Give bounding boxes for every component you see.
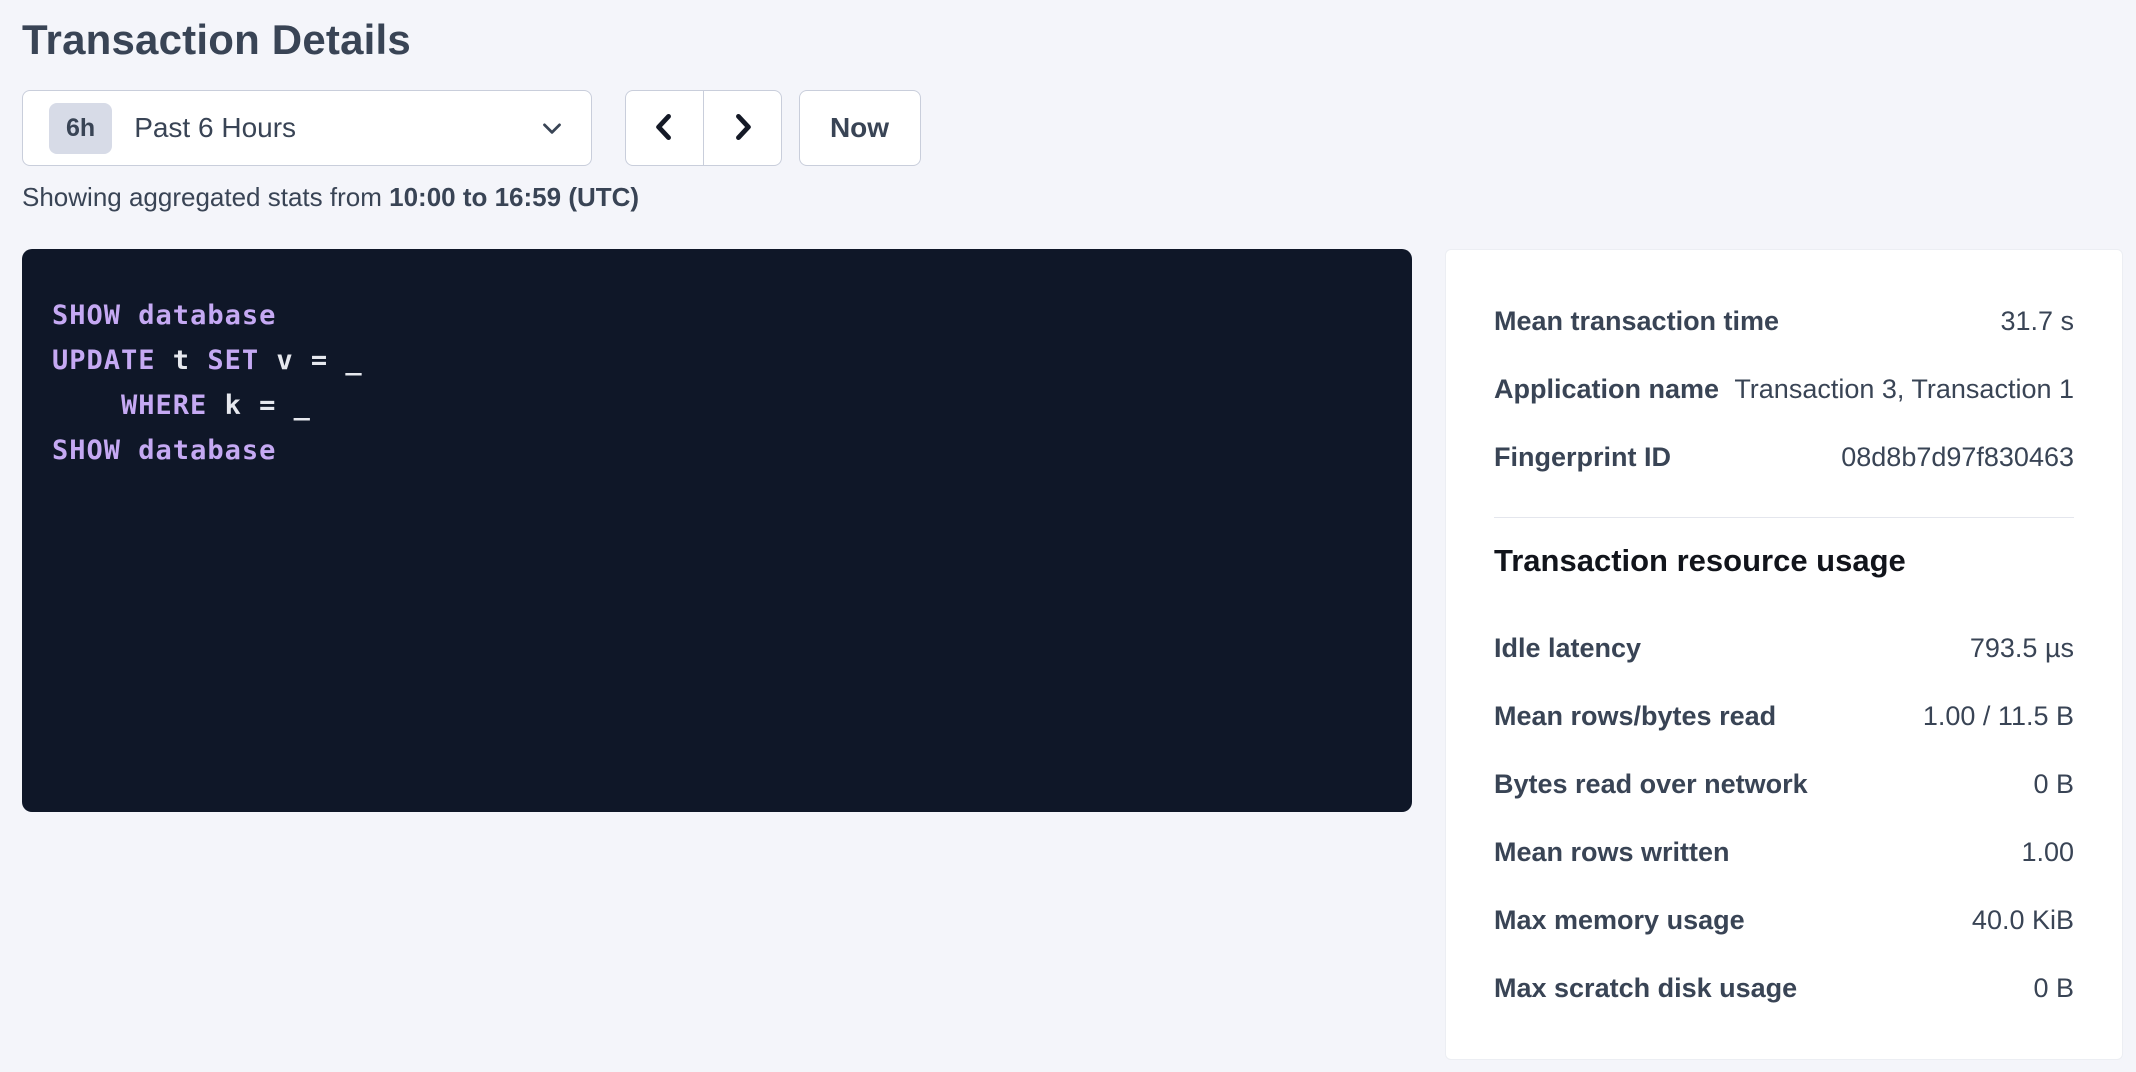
sql-text: k = _ <box>207 390 311 421</box>
sql-line: WHERE k = _ <box>52 383 1382 428</box>
time-range-dropdown[interactable]: 6h Past 6 Hours <box>22 90 592 166</box>
panel-divider <box>1494 517 2074 518</box>
sql-line: UPDATE t SET v = _ <box>52 338 1382 383</box>
sql-keyword: database <box>138 435 276 466</box>
stat-row-idle-latency: Idle latency 793.5 µs <box>1494 614 2074 682</box>
stat-row-mean-rows-written: Mean rows written 1.00 <box>1494 818 2074 886</box>
now-button[interactable]: Now <box>799 90 921 166</box>
stat-label: Mean rows/bytes read <box>1494 701 1776 732</box>
stat-row-mean-rows-bytes-read: Mean rows/bytes read 1.00 / 11.5 B <box>1494 682 2074 750</box>
stat-value: 31.7 s <box>2000 306 2074 337</box>
subtitle-prefix: Showing aggregated stats from <box>22 182 389 212</box>
stat-label: Bytes read over network <box>1494 769 1808 800</box>
sql-line: SHOW database <box>52 293 1382 338</box>
stat-value: 0 B <box>2033 769 2074 800</box>
sql-statement-box: SHOW database UPDATE t SET v = _ WHERE k… <box>22 249 1412 812</box>
previous-range-button[interactable] <box>625 90 704 166</box>
stat-value: 0 B <box>2033 973 2074 1004</box>
stat-label: Fingerprint ID <box>1494 442 1671 473</box>
transaction-stats-panel: Mean transaction time 31.7 s Application… <box>1445 249 2123 1060</box>
chevron-right-icon <box>725 110 759 147</box>
sql-keyword: WHERE <box>121 390 207 421</box>
time-controls: 6h Past 6 Hours Now <box>22 90 2123 166</box>
time-range-label: Past 6 Hours <box>134 112 296 144</box>
sql-keyword: SET <box>207 345 259 376</box>
stat-row-application-name: Application name Transaction 3, Transact… <box>1494 355 2074 423</box>
sql-keyword: database <box>138 300 276 331</box>
stat-row-mean-transaction-time: Mean transaction time 31.7 s <box>1494 287 2074 355</box>
stat-label: Mean transaction time <box>1494 306 1779 337</box>
stat-row-fingerprint-id: Fingerprint ID 08d8b7d97f830463 <box>1494 423 2074 491</box>
sql-text <box>121 300 138 331</box>
page-title: Transaction Details <box>22 16 2123 64</box>
chevron-down-icon <box>537 113 567 143</box>
stat-label: Max memory usage <box>1494 905 1745 936</box>
sql-keyword: SHOW <box>52 300 121 331</box>
stat-value: 1.00 / 11.5 B <box>1923 701 2074 732</box>
sql-line: SHOW database <box>52 428 1382 473</box>
stat-value: 40.0 KiB <box>1972 905 2074 936</box>
stat-label: Application name <box>1494 374 1719 405</box>
time-range-nav <box>625 90 782 166</box>
sql-text: t <box>156 345 208 376</box>
resource-usage-heading: Transaction resource usage <box>1494 536 2074 586</box>
main-content: SHOW database UPDATE t SET v = _ WHERE k… <box>22 249 2123 1060</box>
stat-value: Transaction 3, Transaction 1 <box>1734 374 2074 405</box>
sql-keyword: SHOW <box>52 435 121 466</box>
stat-label: Max scratch disk usage <box>1494 973 1797 1004</box>
stat-label: Mean rows written <box>1494 837 1730 868</box>
sql-text <box>52 390 121 421</box>
transaction-details-page: Transaction Details 6h Past 6 Hours Now … <box>0 0 2136 1060</box>
sql-text <box>121 435 138 466</box>
next-range-button[interactable] <box>703 90 782 166</box>
stat-value: 1.00 <box>2021 837 2074 868</box>
stat-label: Idle latency <box>1494 633 1641 664</box>
chevron-left-icon <box>648 110 682 147</box>
sql-text: v = _ <box>259 345 363 376</box>
subtitle-time-range: 10:00 to 16:59 (UTC) <box>389 182 639 212</box>
sql-keyword: UPDATE <box>52 345 156 376</box>
stat-row-bytes-read-over-network: Bytes read over network 0 B <box>1494 750 2074 818</box>
stat-row-max-scratch-disk-usage: Max scratch disk usage 0 B <box>1494 954 2074 1022</box>
time-range-badge: 6h <box>49 103 112 154</box>
stat-row-max-memory-usage: Max memory usage 40.0 KiB <box>1494 886 2074 954</box>
stat-value: 08d8b7d97f830463 <box>1841 442 2074 473</box>
stat-value: 793.5 µs <box>1970 633 2074 664</box>
aggregation-subtitle: Showing aggregated stats from 10:00 to 1… <box>22 182 2123 213</box>
